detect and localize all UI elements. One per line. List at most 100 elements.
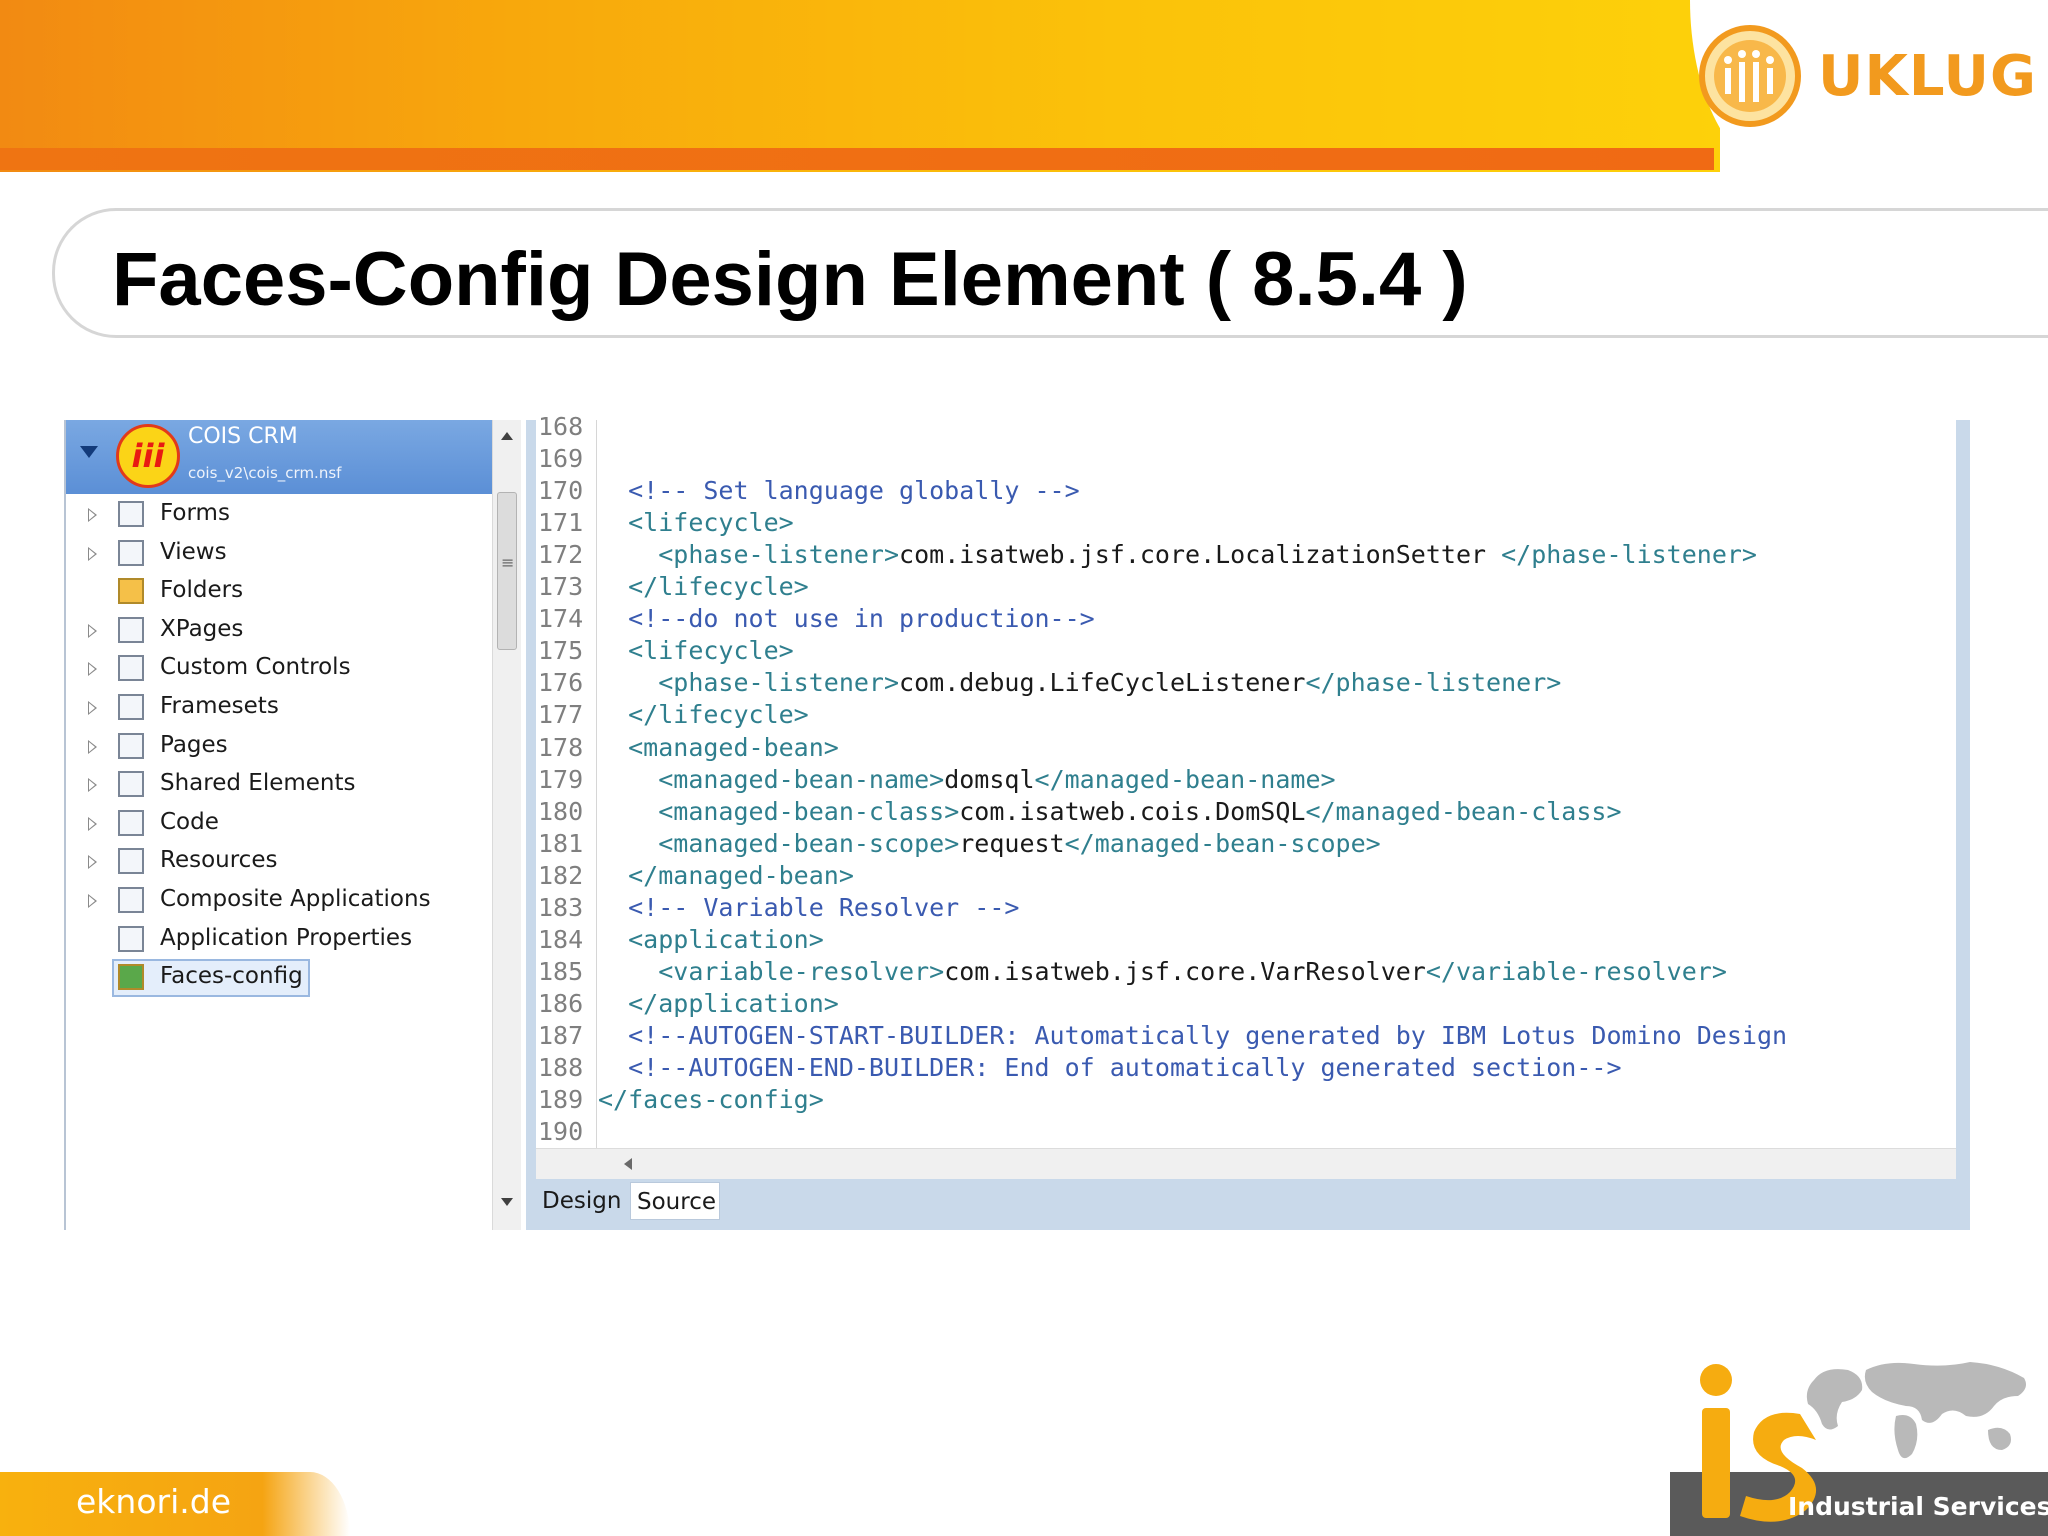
xml-tag: <phase-listener> [658, 668, 900, 698]
xml-tag: </managed-bean-name> [1034, 764, 1336, 794]
line-number: 189 [538, 1085, 584, 1115]
line-number: 176 [538, 668, 584, 698]
line-number: 190 [538, 1117, 584, 1147]
xml-tag: </managed-bean-scope> [1064, 828, 1381, 858]
frameset-icon [118, 694, 144, 720]
tab-source[interactable]: Source [630, 1182, 720, 1220]
xml-tag: </lifecycle> [628, 572, 809, 602]
page-icon [118, 732, 144, 759]
scroll-up-icon[interactable] [501, 432, 513, 440]
scroll-thumb[interactable] [497, 492, 517, 650]
uklug-logo-icon [1699, 25, 1801, 127]
code-token: com.isatweb.jsf.core.LocalizationSetter [899, 540, 1502, 570]
code-text: <phase-listener>com.debug.LifeCycleListe… [598, 668, 1561, 697]
tree-item-views[interactable]: Views [66, 535, 486, 571]
code-text: <variable-resolver>com.isatweb.jsf.core.… [598, 957, 1727, 986]
xml-tag: </faces-config> [598, 1085, 824, 1115]
code-text: <phase-listener>com.isatweb.jsf.core.Loc… [598, 540, 1757, 569]
code-token: request [959, 828, 1065, 858]
app-properties-icon [118, 925, 144, 952]
tree-item-label: Shared Elements [160, 770, 356, 797]
navigator-scrollbar[interactable] [492, 420, 521, 1230]
xml-comment: <!--AUTOGEN-END-BUILDER: End of automati… [628, 1053, 1622, 1082]
expand-icon[interactable] [88, 623, 97, 638]
line-number: 177 [538, 700, 584, 730]
xml-tag: </managed-bean-class> [1305, 796, 1622, 826]
tree-item-pages[interactable]: Pages [66, 728, 486, 764]
tree-item-application-properties[interactable]: Application Properties [66, 921, 486, 957]
expand-icon[interactable] [88, 508, 97, 522]
tree-item-forms[interactable]: Forms [66, 496, 486, 532]
collapse-icon[interactable] [80, 446, 98, 458]
application-icon: iii [116, 424, 180, 488]
scroll-down-icon[interactable] [501, 1198, 513, 1206]
xml-tag: <application> [628, 924, 824, 954]
code-text: </lifecycle> [598, 700, 809, 729]
tree-item-code[interactable]: Code [66, 805, 486, 841]
code-text: </lifecycle> [598, 572, 809, 601]
tab-design[interactable]: Design [536, 1182, 630, 1220]
expand-icon[interactable] [88, 855, 97, 870]
expand-icon[interactable] [88, 816, 97, 831]
line-number: 184 [538, 924, 584, 954]
tree-item-label: Views [160, 538, 227, 565]
code-token: com.isatweb.cois.DomSQL [959, 796, 1306, 826]
tree-item-label: Faces-config [160, 963, 303, 990]
application-header[interactable]: iii COIS CRM cois_v2\cois_crm.nsf [66, 420, 494, 494]
custom-control-icon [118, 655, 144, 682]
expand-icon[interactable] [88, 701, 97, 715]
tree-item-composite-applications[interactable]: Composite Applications [66, 882, 486, 918]
footer-site: eknori.de [76, 1482, 231, 1521]
expand-icon[interactable] [88, 546, 97, 561]
tree-item-shared-elements[interactable]: Shared Elements [66, 766, 486, 802]
editor-horizontal-scrollbar[interactable] [536, 1148, 1956, 1179]
code-text: <application> [598, 925, 824, 954]
footer-company: Industrial Services [1788, 1492, 2048, 1521]
line-number: 185 [538, 956, 584, 986]
application-path: cois_v2\cois_crm.nsf [188, 464, 342, 482]
tree-item-custom-controls[interactable]: Custom Controls [66, 650, 486, 686]
designer-screenshot: iii COIS CRM cois_v2\cois_crm.nsf Forms V… [64, 412, 1970, 1230]
tree-item-label: Framesets [160, 693, 279, 719]
code-text: <!--AUTOGEN-START-BUILDER: Automatically… [598, 1021, 1787, 1050]
application-navigator: iii COIS CRM cois_v2\cois_crm.nsf Forms V… [64, 420, 494, 1230]
source-editor[interactable]: 168 169 170 <!-- Set language globally -->… [536, 412, 1956, 1150]
line-number: 183 [538, 892, 584, 922]
expand-icon[interactable] [88, 778, 97, 793]
xml-tag: <managed-bean-name> [658, 764, 945, 794]
line-number: 188 [538, 1053, 584, 1082]
tree-item-folders[interactable]: Folders [66, 573, 486, 609]
tree-item-label: Application Properties [160, 924, 413, 951]
tree-item-framesets[interactable]: Framesets [66, 689, 486, 725]
xpage-icon [118, 616, 144, 643]
line-number: 171 [538, 508, 584, 538]
line-number: 175 [538, 636, 584, 666]
tree-item-label: Resources [160, 847, 278, 874]
application-title: COIS CRM [188, 424, 298, 449]
tree-item-resources[interactable]: Resources [66, 843, 486, 879]
xml-comment: <!-- Variable Resolver --> [628, 892, 1020, 922]
tree-item-label: Forms [160, 500, 230, 526]
composite-app-icon [118, 887, 144, 913]
tree-item-label: Pages [160, 731, 228, 758]
code-token: com.debug.LifeCycleListener [899, 668, 1306, 698]
code-text: </faces-config> [598, 1085, 824, 1114]
xml-comment: <!-- Set language globally --> [628, 476, 1080, 506]
expand-icon[interactable] [88, 739, 97, 754]
tree-item-faces-config[interactable]: Faces-config [66, 959, 486, 998]
expand-icon[interactable] [88, 894, 97, 908]
expand-icon[interactable] [88, 662, 97, 677]
tree-item-xpages[interactable]: XPages [66, 612, 486, 648]
scroll-left-icon[interactable] [624, 1158, 632, 1170]
tree-item-label: XPages [160, 615, 244, 642]
code-text: <lifecycle> [598, 508, 794, 537]
xml-tag: <variable-resolver> [658, 956, 945, 986]
